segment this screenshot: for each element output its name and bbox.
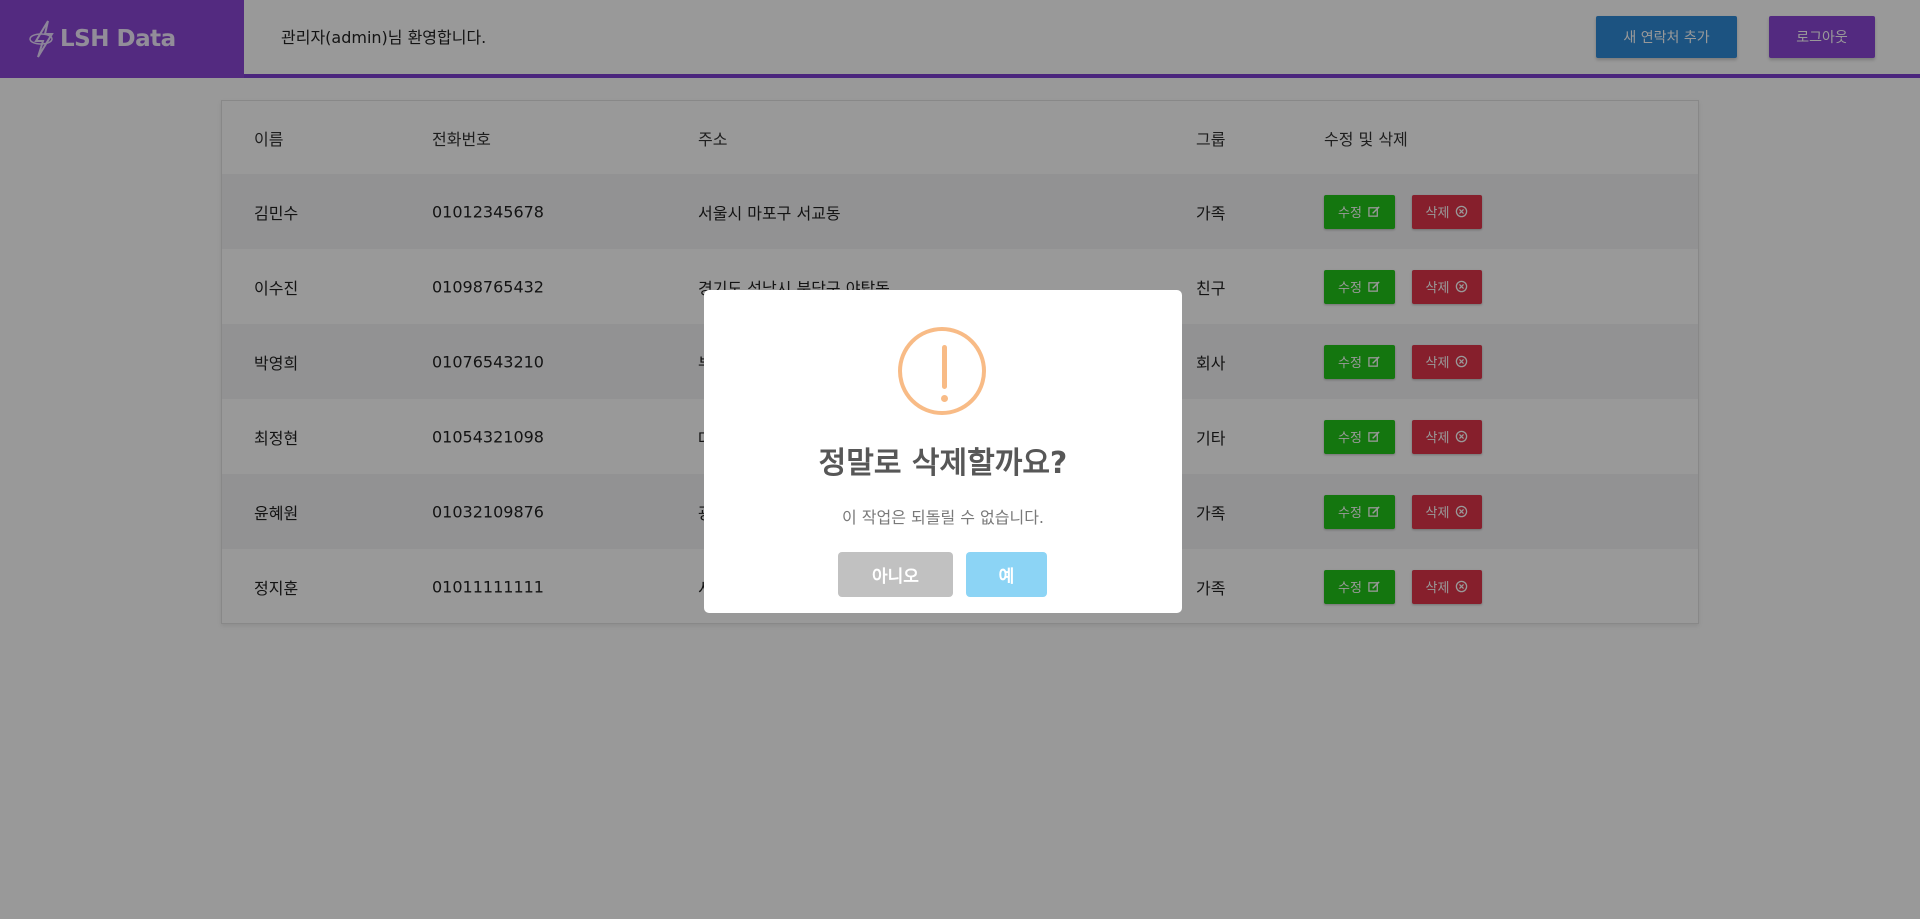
cancel-button[interactable]: 아니오 xyxy=(838,552,953,597)
confirm-button[interactable]: 예 xyxy=(966,552,1047,597)
confirm-delete-dialog: 정말로 삭제할까요? 이 작업은 되돌릴 수 없습니다. 아니오 예 xyxy=(704,290,1182,613)
warning-icon xyxy=(898,327,986,415)
dialog-message: 이 작업은 되돌릴 수 없습니다. xyxy=(841,508,1045,527)
dialog-title: 정말로 삭제할까요? xyxy=(818,446,1068,481)
